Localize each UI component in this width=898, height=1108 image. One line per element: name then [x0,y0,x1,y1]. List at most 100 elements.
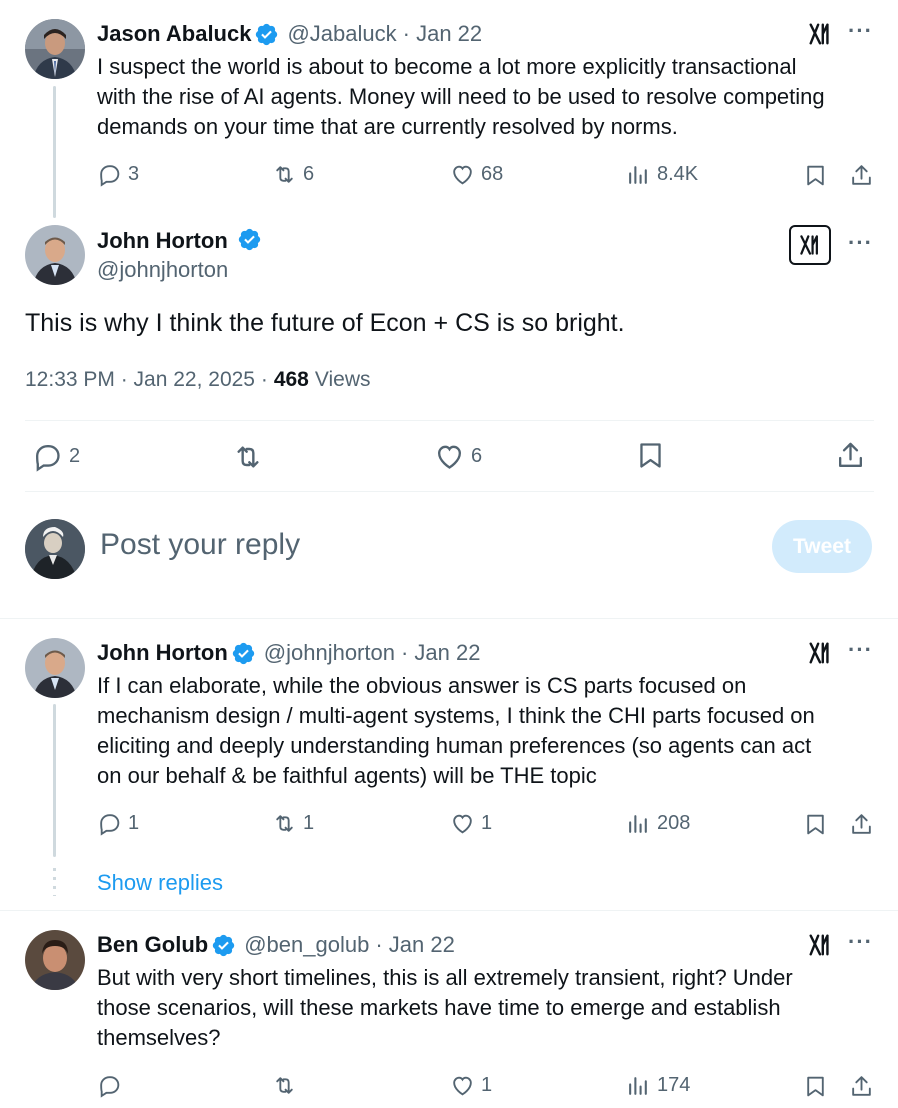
tweet-text-line: I suspect the world is about to become a… [97,54,797,79]
handle[interactable]: @Jabaluck [287,21,396,47]
like-button[interactable]: 6 [434,441,482,472]
display-name[interactable]: John Horton [97,228,228,253]
grok-icon[interactable] [806,20,834,48]
handle[interactable]: @ben_golub [244,932,369,958]
reply-input[interactable]: Post your reply [100,528,300,562]
repost-button[interactable] [232,441,264,473]
repost-icon [276,1077,293,1094]
tweet-text-line: demands on your time that are currently … [97,114,678,139]
reply-button[interactable] [97,1073,122,1098]
more-icon[interactable]: ··· [848,929,873,955]
share-icon[interactable] [848,1073,874,1099]
tweet-text-line: with the rise of AI agents. Money will n… [97,84,825,109]
grok-icon[interactable] [806,931,834,959]
grok-icon[interactable] [806,639,834,667]
thread-line [53,704,56,857]
bookmark-icon[interactable] [802,1073,828,1099]
avatar-current-user[interactable] [25,519,85,579]
bookmark-icon[interactable] [635,440,666,471]
repost-icon [237,446,259,468]
verified-badge-icon [231,641,256,666]
views-count: 174 [657,1074,691,1096]
repost-button[interactable] [272,1073,297,1098]
reply-count: 1 [128,812,140,834]
thread-dots [53,868,56,896]
timestamp[interactable]: · Jan 22 [401,640,481,666]
reply-icon [36,445,60,472]
divider [0,910,898,911]
more-icon[interactable]: ··· [848,637,873,663]
repost-count: 6 [303,163,315,185]
repost-button[interactable]: 6 [272,162,314,187]
like-count: 1 [481,1074,493,1096]
timestamp[interactable]: · Jan 22 [375,932,455,958]
handle[interactable]: @johnjhorton [264,640,395,666]
divider [25,420,874,421]
repost-icon [276,815,293,832]
more-icon[interactable]: ··· [848,18,873,44]
avatar-jason-abaluck[interactable] [25,19,85,79]
share-icon[interactable] [848,162,874,188]
main-tweet-text: This is why I think the future of Econ +… [25,309,625,337]
show-replies-link[interactable]: Show replies [97,870,223,896]
display-name[interactable]: Jason Abaluck [97,21,251,47]
views-button[interactable]: 174 [626,1073,690,1098]
like-button[interactable]: 1 [450,1073,492,1098]
tweet-text-line: But with very short timelines, this is a… [97,965,793,990]
tweet-text-line: themselves? [97,1025,221,1050]
views-icon [629,1077,647,1095]
verified-badge-icon [211,933,236,958]
repost-button[interactable]: 1 [272,811,314,836]
like-count: 6 [471,445,483,467]
tweet-text: But with very short timelines, this is a… [97,963,793,1053]
main-tweet-author: John Horton [97,227,262,254]
reply-button[interactable]: 3 [97,162,139,187]
like-icon [453,1076,472,1096]
avatar-john-horton[interactable] [25,638,85,698]
views-label: Views [314,368,371,391]
timestamp[interactable]: 12:33 PM · Jan 22, 2025 · [25,368,268,392]
like-count: 68 [481,163,504,185]
share-icon[interactable] [848,811,874,837]
grok-icon[interactable] [789,225,831,265]
like-button[interactable]: 1 [450,811,492,836]
timestamp[interactable]: · Jan 22 [403,21,483,47]
views-count: 468 [273,368,309,391]
tweet-text: If I can elaborate, while the obvious an… [97,671,815,791]
tweet-text-line: those scenarios, will these markets have… [97,995,781,1020]
bookmark-icon[interactable] [802,162,828,188]
verified-badge-icon [254,22,279,47]
views-icon [629,166,647,184]
like-button[interactable]: 68 [450,162,503,187]
tweet-text-line: mechanism design / multi-agent systems, … [97,703,815,728]
verified-badge-icon [237,227,262,252]
thread-line [53,86,56,218]
reply-count: 3 [128,163,140,185]
like-icon [453,814,472,834]
reply-button[interactable]: 2 [32,441,80,472]
reply-icon [100,1076,120,1098]
display-name[interactable]: John Horton [97,640,228,666]
reply-icon [100,165,120,187]
tweet-header: John Horton @johnjhorton · Jan 22 [97,639,480,667]
views-count: 208 [657,812,691,834]
like-icon [453,165,472,185]
tweet-header: Jason Abaluck @Jabaluck · Jan 22 [97,20,482,48]
tweet-text-line: eliciting and deeply understanding human… [97,733,812,758]
repost-count: 1 [303,812,315,834]
views-button[interactable]: 208 [626,811,690,836]
more-icon[interactable]: ··· [848,230,873,256]
bookmark-icon[interactable] [802,811,828,837]
tweet-header: Ben Golub @ben_golub · Jan 22 [97,931,455,959]
avatar-john-horton[interactable] [25,225,85,285]
like-icon [438,445,461,469]
avatar-ben-golub[interactable] [25,930,85,990]
reply-button[interactable]: 1 [97,811,139,836]
handle[interactable]: @johnjhorton [97,257,228,283]
reply-count: 2 [69,445,81,467]
share-icon[interactable] [835,440,866,471]
display-name[interactable]: Ben Golub [97,932,208,958]
views-button[interactable]: 8.4K [626,162,698,187]
tweet-meta: 12:33 PM · Jan 22, 2025 · 468 Views [25,368,371,392]
tweet-button-label[interactable]: Tweet [772,520,872,573]
